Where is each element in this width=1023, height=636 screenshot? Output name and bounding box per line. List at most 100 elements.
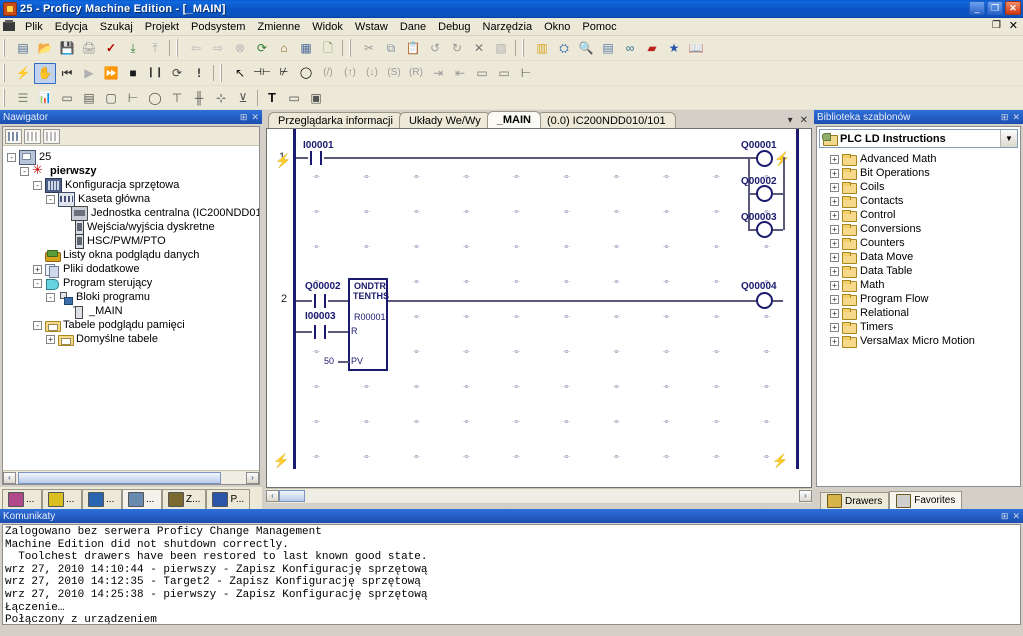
menu-zmienne[interactable]: Zmienne xyxy=(251,20,306,34)
tree-item[interactable]: - Kaseta główna xyxy=(3,191,259,207)
menu-pomoc[interactable]: Pomoc xyxy=(576,20,622,34)
contact-normally-open[interactable] xyxy=(312,325,328,339)
back-arrow-icon[interactable]: ⇦ xyxy=(185,38,207,59)
wire-branch-icon[interactable]: ⇤ xyxy=(449,63,471,84)
tree-item[interactable]: - Konfiguracja sprzętowa xyxy=(3,177,259,193)
messages-log[interactable]: Zalogowano bez serwera Proficy Change Ma… xyxy=(2,524,1021,625)
expand-icon[interactable]: + xyxy=(33,264,42,274)
menu-narzedzia[interactable]: Narzędzia xyxy=(477,20,539,34)
editor-tab-3[interactable]: (0.0) IC200NDD010/101 xyxy=(537,112,676,128)
tree-item[interactable]: - pierwszy xyxy=(3,162,259,178)
navigator-tab-1[interactable]: ... xyxy=(42,489,82,509)
tree-item[interactable]: _MAIN xyxy=(3,304,259,319)
menu-plik[interactable]: Plik xyxy=(19,20,49,34)
toolchest-folder-row[interactable]: + Data Move xyxy=(817,250,1020,264)
navigator-scroll-left[interactable]: ‹ xyxy=(3,471,16,484)
coil-positive-icon[interactable]: (↑) xyxy=(339,63,361,84)
expand-icon[interactable]: + xyxy=(830,168,839,178)
tree-item[interactable]: HSC/PWM/PTO xyxy=(3,233,259,249)
menu-szukaj[interactable]: Szukaj xyxy=(94,20,139,34)
toolchest-folder-row[interactable]: + Contacts xyxy=(817,194,1020,208)
navigator-scroll-right[interactable]: › xyxy=(246,471,259,484)
editor-scroll-thumb[interactable] xyxy=(279,490,305,502)
mdi-document-icon[interactable] xyxy=(1,19,17,34)
draw-coil-icon[interactable]: ◯ xyxy=(144,87,166,108)
toolchest-folder-row[interactable]: + Bit Operations xyxy=(817,166,1020,180)
toolchest-close-icon[interactable]: ✕ xyxy=(1012,112,1020,123)
cut-icon[interactable]: ✂ xyxy=(358,38,380,59)
tree-item[interactable]: - Bloki programu xyxy=(3,290,259,305)
home-icon[interactable]: ⌂ xyxy=(273,38,295,59)
toolbar-grip-ld[interactable] xyxy=(220,64,226,82)
coil-set-icon[interactable]: (S) xyxy=(383,63,405,84)
fault-icon[interactable]: ! xyxy=(188,63,210,84)
editor-tab-1[interactable]: Układy We/Wy xyxy=(398,112,491,128)
tree-item[interactable]: + Domyślne tabele xyxy=(3,332,259,346)
contact-nc-icon[interactable]: ⊬ xyxy=(273,63,295,84)
save-icon[interactable]: 💾 xyxy=(56,38,78,59)
align-list-icon[interactable]: ☰ xyxy=(12,87,34,108)
reference-view-icon[interactable]: ∞ xyxy=(619,38,641,59)
toolchest-folder-row[interactable]: + Math xyxy=(817,278,1020,292)
editor-tab-0[interactable]: Przeglądarka informacji xyxy=(268,112,403,128)
pause-icon[interactable]: ❙❙ xyxy=(144,63,166,84)
draw-dual2-icon[interactable]: ⊻ xyxy=(232,87,254,108)
project-tree[interactable]: -25-pierwszy-Konfiguracja sprzętowa-Kase… xyxy=(3,146,259,470)
navigator-close-icon[interactable]: ✕ xyxy=(251,112,259,123)
minimize-button[interactable]: _ xyxy=(969,1,985,15)
expand-icon[interactable]: + xyxy=(830,154,839,164)
paste-icon[interactable]: 📋 xyxy=(402,38,424,59)
variables-icon[interactable]: ⛭ xyxy=(553,38,575,59)
expand-icon[interactable]: + xyxy=(830,294,839,304)
draw-rect-split-icon[interactable]: ▤ xyxy=(78,87,100,108)
maximize-button[interactable]: ❐ xyxy=(987,1,1003,15)
refresh-icon[interactable]: ⟳ xyxy=(251,38,273,59)
expand-icon[interactable]: + xyxy=(830,182,839,192)
tree-item[interactable]: Listy okna podglądu danych xyxy=(3,248,259,262)
ladder-canvas[interactable]: 1 I00001 Q00001 Q00002 xyxy=(267,129,811,487)
inspector-icon[interactable]: ▤ xyxy=(597,38,619,59)
expand-icon[interactable]: + xyxy=(46,334,55,344)
delete-icon[interactable]: ✕ xyxy=(468,38,490,59)
contact-normally-open[interactable] xyxy=(308,151,324,165)
coil-reset-icon[interactable]: (R) xyxy=(405,63,427,84)
editor-hscrollbar[interactable]: ‹ › xyxy=(266,488,812,503)
function-block-2-icon[interactable]: ▭ xyxy=(493,63,515,84)
toolchest-tab-favorites[interactable]: Favorites xyxy=(889,491,963,509)
contact-no-icon[interactable]: ⊣⊢ xyxy=(251,63,273,84)
collapse-icon[interactable]: - xyxy=(46,194,55,204)
draw-rect-offset-icon[interactable]: ▢ xyxy=(100,87,122,108)
toolchest-pin-icon[interactable]: ⊞ xyxy=(1001,112,1009,123)
editor-tab-dropdown-icon[interactable]: ▾ xyxy=(788,115,793,126)
forward-arrow-icon[interactable]: ⇨ xyxy=(207,38,229,59)
rung-icon[interactable]: ⊢ xyxy=(515,63,537,84)
rewind-icon[interactable]: ⏮ xyxy=(56,63,78,84)
draw-cross-icon[interactable]: ╫ xyxy=(188,87,210,108)
coil-negative-icon[interactable]: (↓) xyxy=(361,63,383,84)
navigator-scroll-thumb[interactable] xyxy=(18,471,221,484)
navigator-view-3-icon[interactable] xyxy=(43,128,60,144)
tree-item[interactable]: - Program sterujący xyxy=(3,276,259,290)
navigator-tab-5[interactable]: P... xyxy=(206,489,251,509)
mdi-restore-button[interactable]: ❐ xyxy=(992,20,1001,31)
navigator-pin-icon[interactable]: ⊞ xyxy=(240,112,248,123)
close-button[interactable]: ✕ xyxy=(1005,1,1021,15)
navigator-tab-4[interactable]: Z... xyxy=(162,489,207,509)
run-icon[interactable]: ▶ xyxy=(78,63,100,84)
toolchest-folder-row[interactable]: + Advanced Math xyxy=(817,152,1020,166)
new-page-icon[interactable]: 🗋 xyxy=(317,38,339,59)
toolchest-folder-row[interactable]: + Data Table xyxy=(817,264,1020,278)
undo-icon[interactable]: ↺ xyxy=(424,38,446,59)
comment-box-icon[interactable]: ▭ xyxy=(283,87,305,108)
draw-dual-icon[interactable]: ⊹ xyxy=(210,87,232,108)
messages-close-icon[interactable]: ✕ xyxy=(1012,511,1020,522)
menu-podsystem[interactable]: Podsystem xyxy=(185,20,251,34)
draw-tee-icon[interactable]: ⊤ xyxy=(166,87,188,108)
expand-icon[interactable]: + xyxy=(830,238,839,248)
menu-debug[interactable]: Debug xyxy=(432,20,476,34)
coil-output[interactable] xyxy=(756,221,773,238)
navigator-view-1-icon[interactable] xyxy=(5,128,22,144)
messages-pin-icon[interactable]: ⊞ xyxy=(1001,511,1009,522)
stop-square-icon[interactable]: ■ xyxy=(122,63,144,84)
redo-icon[interactable]: ↻ xyxy=(446,38,468,59)
